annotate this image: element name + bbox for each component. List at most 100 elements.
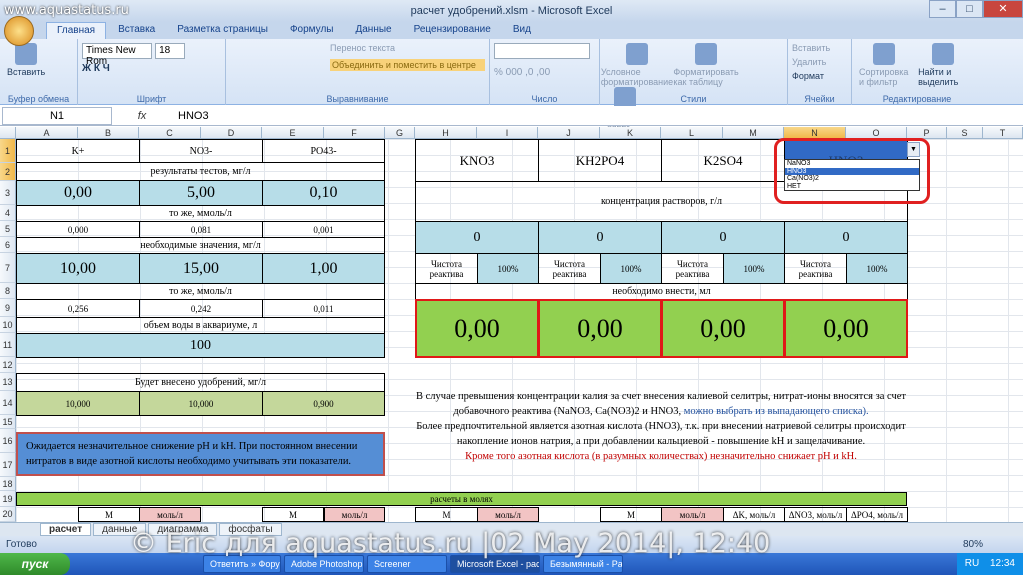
conditional-format-button[interactable]: Условное форматирование: [601, 43, 673, 87]
needed-po4[interactable]: 1,00: [262, 253, 385, 284]
sheet-tab-data[interactable]: данные: [93, 523, 147, 536]
conc-k2so4[interactable]: 0: [661, 221, 785, 254]
col-header-e[interactable]: E: [262, 127, 324, 139]
row-header-11[interactable]: 11: [0, 333, 16, 357]
mmol2-no3[interactable]: 0,242: [139, 299, 263, 318]
purity-label-1[interactable]: Чистота реактива: [415, 253, 478, 284]
header-no3[interactable]: NO3-: [139, 139, 263, 163]
col-header-g[interactable]: G: [385, 127, 415, 139]
reagent-k2so4[interactable]: K2SO4: [661, 139, 785, 182]
reagent-kh2po4[interactable]: KH2PO4: [538, 139, 662, 182]
col-header-d[interactable]: D: [201, 127, 262, 139]
col-header-m[interactable]: M: [723, 127, 784, 139]
test-po4[interactable]: 0,10: [262, 180, 385, 206]
will-add-k[interactable]: 10,000: [16, 391, 140, 416]
col-header-h[interactable]: H: [415, 127, 477, 139]
fx-button[interactable]: fx: [112, 110, 172, 122]
need-label[interactable]: необходимо внести, мл: [415, 283, 908, 300]
sort-filter-button[interactable]: Сортировка и фильтр: [859, 43, 909, 87]
taskbar-item-forum[interactable]: Ответить » Форум а...: [203, 555, 281, 573]
find-select-button[interactable]: Найти и выделить: [918, 43, 968, 87]
row20-dpo4[interactable]: ΔPO4, моль/л: [846, 507, 908, 522]
will-add-no3[interactable]: 10,000: [139, 391, 263, 416]
row-header-14[interactable]: 14: [0, 391, 16, 415]
row20-m3[interactable]: M: [415, 507, 478, 522]
reagent-kno3[interactable]: KNO3: [415, 139, 539, 182]
minimize-button[interactable]: –: [929, 0, 956, 18]
col-header-s[interactable]: S: [947, 127, 983, 139]
mmol2-k[interactable]: 0,256: [16, 299, 140, 318]
taskbar-item-excel[interactable]: Microsoft Excel - расч...: [450, 555, 540, 573]
need-kh2po4[interactable]: 0,00: [538, 299, 662, 358]
col-header-i[interactable]: I: [477, 127, 538, 139]
insert-cells-button[interactable]: Вставить: [792, 43, 847, 53]
row-header-7[interactable]: 7: [0, 253, 16, 283]
purity-label-2[interactable]: Чистота реактива: [538, 253, 601, 284]
row20-dk[interactable]: ΔK, моль/л: [723, 507, 785, 522]
number-format-buttons[interactable]: % 000 ,0 ,00: [494, 67, 595, 78]
font-style-buttons[interactable]: Ж К Ч: [82, 63, 221, 74]
purity-kh2po4[interactable]: 100%: [600, 253, 662, 284]
row20-m1[interactable]: M: [78, 507, 140, 522]
purity-kno3[interactable]: 100%: [477, 253, 539, 284]
row-header-17[interactable]: 17: [0, 453, 16, 477]
mmol2-po4[interactable]: 0,011: [262, 299, 385, 318]
mmol-k[interactable]: 0,000: [16, 221, 140, 238]
purity-k2so4[interactable]: 100%: [723, 253, 785, 284]
will-add-label[interactable]: Будет внесено удобрений, мг/л: [16, 373, 385, 392]
ph-note[interactable]: Ожидается незначительное снижение pH и k…: [16, 432, 385, 476]
close-button[interactable]: ✕: [983, 0, 1023, 18]
tests-label[interactable]: результаты тестов, мг/л: [16, 162, 385, 181]
language-indicator[interactable]: RU: [965, 558, 979, 569]
moles-header[interactable]: расчеты в молях: [16, 492, 907, 506]
paste-button[interactable]: Вставить: [7, 43, 45, 77]
row-header-16[interactable]: 16: [0, 429, 16, 453]
format-cells-button[interactable]: Формат: [792, 71, 847, 81]
conc-kh2po4[interactable]: 0: [538, 221, 662, 254]
merge-center-button[interactable]: Объединить и поместить в центре: [330, 59, 485, 71]
need-kno3[interactable]: 0,00: [415, 299, 539, 358]
need-selected[interactable]: 0,00: [784, 299, 908, 358]
row-header-1[interactable]: 1: [0, 139, 16, 163]
col-header-j[interactable]: J: [538, 127, 600, 139]
wrap-text-button[interactable]: Перенос текста: [330, 43, 485, 53]
col-header-t[interactable]: T: [983, 127, 1023, 139]
name-box[interactable]: N1: [2, 106, 112, 125]
font-name-box[interactable]: Times New Rom: [82, 43, 152, 67]
row-header-5[interactable]: 5: [0, 221, 16, 237]
sheet-tab-chart[interactable]: диаграмма: [148, 523, 218, 536]
header-po4[interactable]: PO43-: [262, 139, 385, 163]
conc-kno3[interactable]: 0: [415, 221, 539, 254]
tab-view[interactable]: Вид: [503, 22, 541, 39]
row20-m4[interactable]: M: [600, 507, 662, 522]
tab-home[interactable]: Главная: [46, 22, 107, 39]
row20-u4[interactable]: моль/л: [661, 507, 724, 522]
tab-page-layout[interactable]: Разметка страницы: [167, 22, 278, 39]
sheet-tab-calc[interactable]: расчет: [40, 523, 92, 536]
row20-u2[interactable]: моль/л: [324, 507, 385, 522]
needed-label[interactable]: необходимые значения, мг/л: [16, 237, 385, 254]
row20-u3[interactable]: моль/л: [477, 507, 539, 522]
maximize-button[interactable]: □: [956, 0, 983, 18]
tab-review[interactable]: Рецензирование: [404, 22, 501, 39]
taskbar-item-screener[interactable]: Screener: [367, 555, 447, 573]
formula-input[interactable]: HNO3: [172, 110, 209, 122]
mmol-po4[interactable]: 0,001: [262, 221, 385, 238]
water-label[interactable]: объем воды в аквариуме, л: [16, 317, 385, 334]
zoom-level[interactable]: 80%: [963, 536, 983, 553]
row-header-19[interactable]: 19: [0, 491, 16, 507]
test-no3[interactable]: 5,00: [139, 180, 263, 206]
purity-label-3[interactable]: Чистота реактива: [661, 253, 724, 284]
tab-insert[interactable]: Вставка: [108, 22, 165, 39]
row20-dno3[interactable]: ΔNO3, моль/л: [784, 507, 847, 522]
start-button[interactable]: пуск: [0, 553, 70, 575]
row-header-12[interactable]: 12: [0, 357, 16, 373]
row-header-2[interactable]: 2: [0, 163, 16, 181]
taskbar-item-paint[interactable]: Безымянный - Paint: [543, 555, 623, 573]
col-header-l[interactable]: L: [661, 127, 723, 139]
will-add-po4[interactable]: 0,900: [262, 391, 385, 416]
mmol2-label[interactable]: то же, ммоль/л: [16, 283, 385, 300]
test-k[interactable]: 0,00: [16, 180, 140, 206]
office-button[interactable]: [4, 16, 34, 46]
col-header-f[interactable]: F: [324, 127, 385, 139]
